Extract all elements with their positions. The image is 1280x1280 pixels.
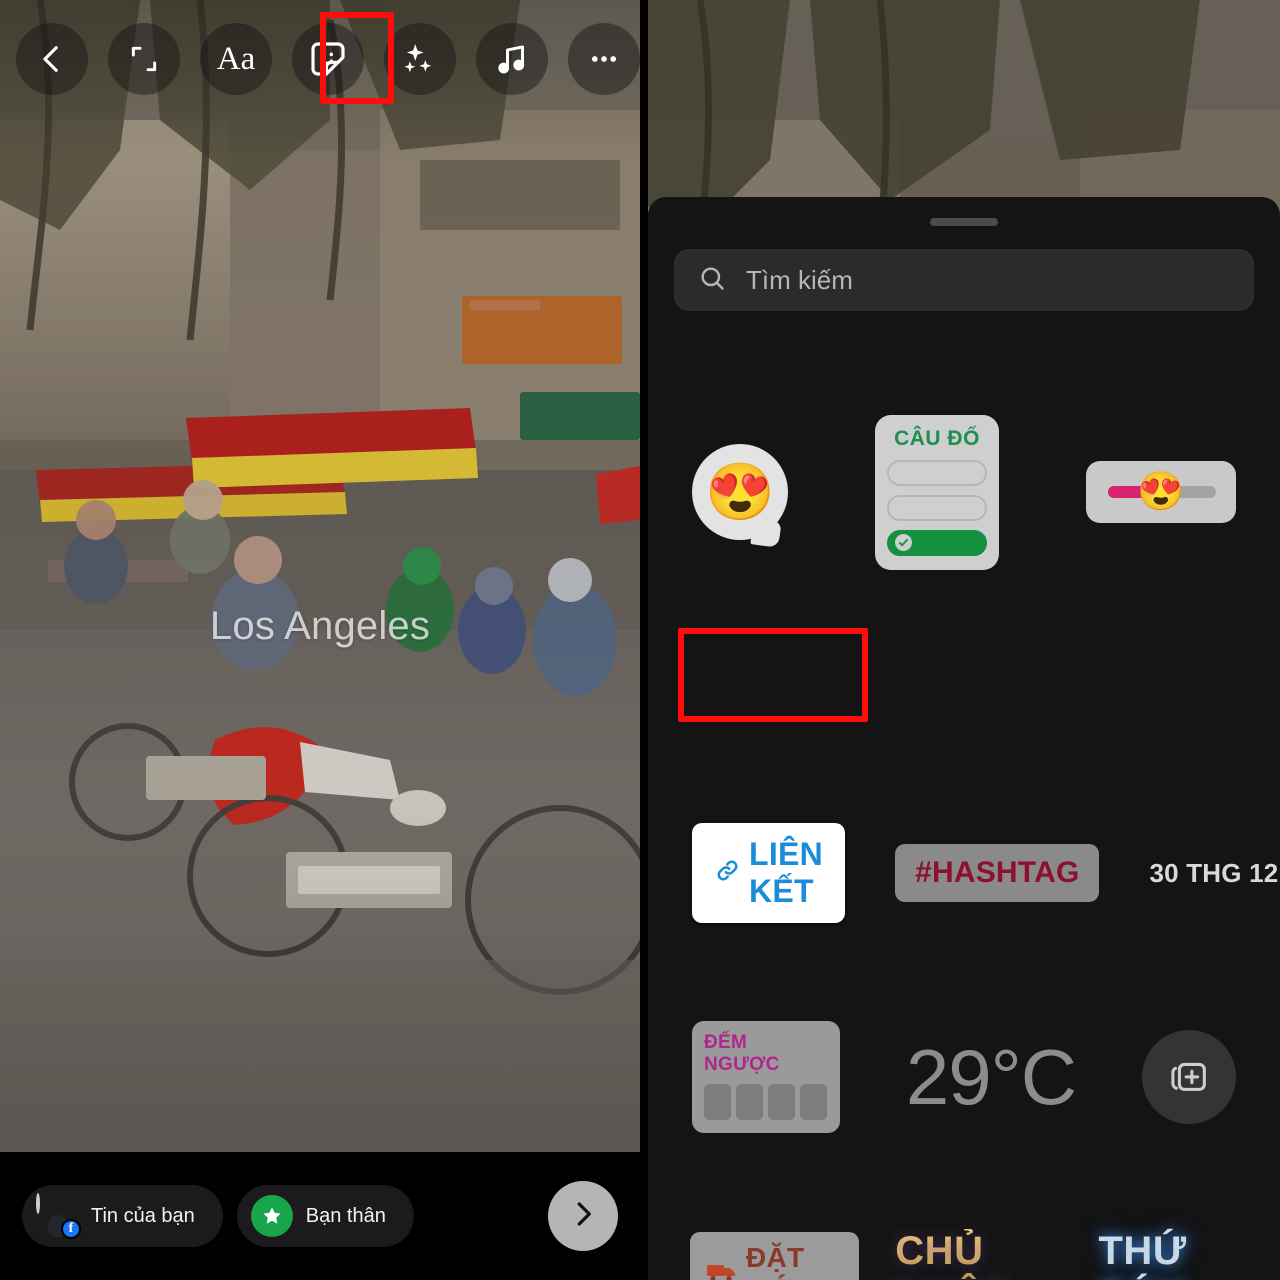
- sticker-row-2: LIÊN KẾT #HASHTAG 30 THG 12, 2023: [648, 823, 1280, 923]
- more-icon: [587, 42, 621, 76]
- delivery-truck-icon: [706, 1260, 738, 1280]
- order-food-sticker[interactable]: ĐẶT MÓN: [690, 1232, 860, 1280]
- date-sticker[interactable]: 30 THG 12, 2023: [1149, 858, 1280, 889]
- sparkles-icon: [401, 40, 439, 78]
- crop-button[interactable]: [108, 23, 180, 95]
- sticker-row-4: ĐẶT MÓN CHỦ NHẬT THỨ SÁU: [648, 1229, 1280, 1280]
- sunday-sticker[interactable]: CHỦ NHẬT: [895, 1229, 1064, 1280]
- back-icon: [35, 42, 69, 76]
- heart-eyes-emoji-icon: 😍: [1137, 471, 1185, 513]
- sticker-icon: [308, 39, 348, 79]
- countdown-sticker[interactable]: ĐẾM NGƯỢC: [692, 1021, 840, 1133]
- heart-eyes-emoji-icon: 😍: [705, 460, 775, 523]
- text-button-label: Aa: [216, 40, 256, 77]
- sticker-sheet: Tìm kiếm 😍 CÂU ĐỐ 😍 LIÊN KẾT #HASHTAG 30…: [648, 197, 1280, 1280]
- story-editor-panel: Los Angeles Aa f Tin của bạn Bạn thân: [0, 0, 640, 1280]
- music-button[interactable]: [476, 23, 548, 95]
- emoji-reaction-sticker[interactable]: 😍: [692, 444, 788, 540]
- friday-sticker[interactable]: THỨ SÁU: [1099, 1229, 1247, 1280]
- your-story-button[interactable]: f Tin của bạn: [22, 1185, 223, 1247]
- countdown-digits: [704, 1084, 828, 1120]
- quiz-option: [887, 459, 987, 486]
- sticker-tray-panel: Tìm kiếm 😍 CÂU ĐỐ 😍 LIÊN KẾT #HASHTAG 30…: [648, 0, 1280, 1280]
- quiz-sticker-title: CÂU ĐỐ: [894, 426, 980, 450]
- close-friends-button[interactable]: Bạn thân: [236, 1185, 414, 1247]
- quiz-sticker[interactable]: CÂU ĐỐ: [875, 414, 999, 570]
- close-friends-label: Bạn thân: [305, 1204, 386, 1227]
- sticker-grid: 😍 CÂU ĐỐ 😍 LIÊN KẾT #HASHTAG 30 THG 12 Đ…: [648, 197, 1280, 1280]
- effects-button[interactable]: [384, 23, 456, 95]
- hashtag-sticker[interactable]: #HASHTAG: [895, 844, 1100, 902]
- your-story-label: Tin của bạn: [91, 1204, 195, 1227]
- back-button[interactable]: [16, 23, 88, 95]
- link-sticker-label: LIÊN KẾT: [749, 836, 824, 909]
- facebook-badge-icon: f: [61, 1219, 81, 1239]
- avatar: f: [36, 1193, 81, 1239]
- story-toolbar: Aa: [0, 0, 640, 118]
- temperature-sticker[interactable]: 29°C: [906, 1038, 1077, 1116]
- link-icon: [714, 857, 741, 889]
- emoji-slider-sticker[interactable]: 😍: [1086, 461, 1236, 523]
- share-bar: f Tin của bạn Bạn thân: [0, 1152, 640, 1280]
- quiz-option-correct: [887, 529, 987, 556]
- story-location-label: Los Angeles: [209, 604, 431, 648]
- add-photo-icon: [1166, 1052, 1212, 1103]
- sticker-row-1: 😍 CÂU ĐỐ 😍: [648, 412, 1280, 572]
- check-icon: [895, 534, 912, 551]
- story-photo: Los Angeles: [0, 0, 640, 1152]
- more-button[interactable]: [568, 23, 640, 95]
- link-sticker[interactable]: LIÊN KẾT: [692, 823, 846, 923]
- sticker-row-3: ĐẾM NGƯỢC 29°C: [648, 1017, 1280, 1137]
- chevron-right-icon: [568, 1199, 598, 1234]
- star-icon: [250, 1195, 293, 1237]
- quiz-option: [887, 494, 987, 521]
- next-button[interactable]: [548, 1181, 618, 1251]
- countdown-sticker-label: ĐẾM NGƯỢC: [704, 1032, 780, 1075]
- sticker-button[interactable]: [292, 23, 364, 95]
- screenshot-stage: Los Angeles Aa f Tin của bạn Bạn thân Tì…: [0, 0, 1280, 1280]
- order-food-label: ĐẶT MÓN: [746, 1242, 812, 1280]
- text-button[interactable]: Aa: [200, 23, 272, 95]
- music-icon: [494, 41, 530, 77]
- crop-icon: [128, 43, 160, 75]
- photo-dim-overlay: [0, 0, 640, 1152]
- add-photo-sticker[interactable]: [1142, 1030, 1236, 1124]
